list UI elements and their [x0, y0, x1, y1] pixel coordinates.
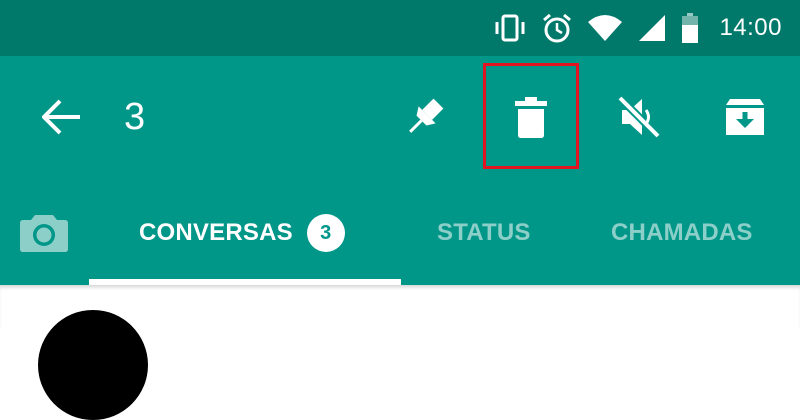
delete-button[interactable] — [506, 92, 556, 142]
chat-list — [0, 285, 800, 420]
signal-icon — [637, 14, 667, 42]
mute-icon — [617, 95, 661, 139]
tab-status[interactable]: STATUS — [437, 213, 531, 253]
tab-status-label: STATUS — [437, 219, 531, 246]
battery-icon — [681, 13, 699, 43]
wifi-icon — [587, 14, 623, 42]
camera-tab[interactable] — [18, 207, 70, 257]
tab-conversas[interactable]: CONVERSAS 3 — [139, 213, 345, 253]
status-bar: 14:00 — [0, 0, 800, 56]
vibrate-icon — [493, 14, 527, 42]
alarm-icon — [541, 12, 573, 44]
tab-chamadas[interactable]: CHAMADAS — [611, 213, 753, 253]
delete-icon — [515, 97, 547, 138]
tab-conversas-label: CONVERSAS — [139, 219, 293, 246]
tab-bar: CONVERSAS 3 STATUS CHAMADAS — [0, 177, 800, 285]
pin-icon — [409, 98, 444, 133]
selected-count: 3 — [124, 96, 146, 138]
status-icons: 14:00 — [479, 0, 782, 56]
pin-button[interactable] — [400, 92, 450, 142]
arrow-left-icon — [42, 99, 80, 135]
camera-icon — [20, 215, 68, 252]
archive-icon — [726, 99, 764, 135]
mute-button[interactable] — [614, 92, 664, 142]
archive-button[interactable] — [720, 92, 770, 142]
tab-chamadas-label: CHAMADAS — [611, 219, 753, 246]
selection-action-bar: 3 — [0, 56, 800, 177]
unread-badge: 3 — [306, 214, 345, 252]
back-button[interactable] — [40, 95, 84, 139]
avatar[interactable] — [38, 310, 148, 420]
status-time: 14:00 — [719, 14, 782, 41]
